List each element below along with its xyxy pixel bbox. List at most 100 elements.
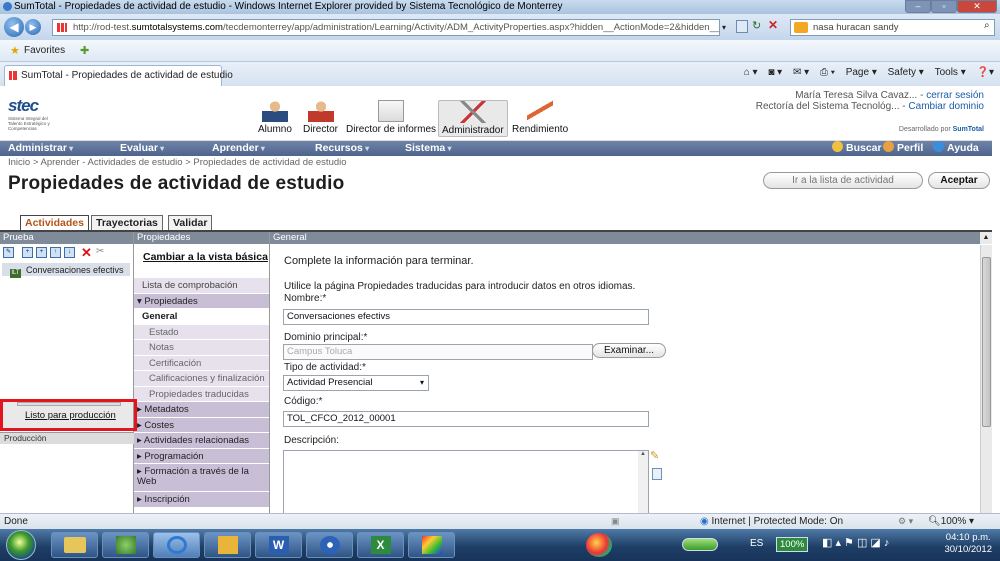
menu-administrar[interactable]: Administrar <box>8 141 73 156</box>
properties-nav-item[interactable]: Certificación <box>134 354 269 370</box>
stop-icon[interactable]: ✕ <box>768 18 778 32</box>
role-report-director[interactable]: Director de informes <box>346 100 436 135</box>
help-icon[interactable]: ❓▾ <box>977 67 994 78</box>
primary-domain-input[interactable]: Campus Toluca <box>283 344 593 360</box>
properties-nav-item[interactable]: Calificaciones y finalización <box>134 370 269 386</box>
form-scrollbar[interactable] <box>980 245 992 515</box>
menu-sistema[interactable]: Sistema <box>405 141 452 156</box>
network-indicator[interactable] <box>682 538 718 551</box>
forward-button[interactable]: ▶ <box>25 19 41 35</box>
feeds-icon[interactable]: ◙ ▾ <box>768 67 782 78</box>
close-window-button[interactable]: ✕ <box>957 0 997 13</box>
spellcheck-icon[interactable]: ✎ <box>650 449 659 462</box>
add-favorite-icon[interactable]: ✚ <box>80 40 89 62</box>
tab-paths[interactable]: Trayectorias <box>91 215 163 231</box>
taskbar-outlook[interactable] <box>204 532 251 558</box>
tray-icons[interactable]: ◧ ▴ ⚑ ◫ ◪ ♪ <box>822 536 889 549</box>
page-menu[interactable]: Page ▾ <box>846 67 877 78</box>
properties-nav-item[interactable]: ▾ Propiedades <box>134 292 269 308</box>
taskbar-explorer[interactable] <box>51 532 98 558</box>
add-child-tool-icon[interactable]: + <box>36 247 47 258</box>
profile-button[interactable]: Perfil <box>883 141 923 156</box>
protected-mode-icon[interactable]: ⚙ ▾ <box>898 514 913 529</box>
properties-nav-item[interactable]: Notas <box>134 339 269 355</box>
properties-nav-item[interactable]: Propiedades traducidas <box>134 385 269 401</box>
change-domain-link[interactable]: Cambiar dominio <box>908 101 984 112</box>
properties-nav-item[interactable]: ▸ Actividades relacionadas <box>134 432 269 448</box>
properties-nav-item[interactable]: ▸ Metadatos <box>134 401 269 417</box>
switch-basic-view-link[interactable]: Cambiar a la vista básica <box>143 251 268 263</box>
safety-menu[interactable]: Safety ▾ <box>888 67 924 78</box>
move-down-tool-icon[interactable]: ↓ <box>64 247 75 258</box>
tab-activities[interactable]: Actividades <box>20 215 89 231</box>
scroll-up-icon[interactable]: ▲ <box>980 232 992 244</box>
role-performance[interactable]: Rendimiento <box>512 100 568 135</box>
tree-item[interactable]: ILT Conversaciones efectivs <box>10 265 124 278</box>
minimize-button[interactable]: – <box>905 0 931 13</box>
internet-zone[interactable]: ◉ Internet | Protected Mode: On <box>700 514 843 529</box>
taskbar-app-icon[interactable] <box>586 533 612 557</box>
zoom-level[interactable]: 🔍︎100% ▾ <box>928 514 974 529</box>
clear-icon[interactable]: ✂ <box>96 246 104 257</box>
name-input[interactable]: Conversaciones efectivs <box>283 309 649 325</box>
system-clock[interactable]: 04:10 p.m. 30/10/2012 <box>944 532 992 556</box>
logout-link[interactable]: cerrar sesión <box>926 90 984 101</box>
help-button[interactable]: Ayuda <box>933 141 979 156</box>
textarea-scrollbar[interactable]: ▲ <box>638 451 648 514</box>
favorites-star-icon[interactable]: ★ <box>10 40 20 62</box>
production-section-header[interactable]: Producción <box>0 432 134 444</box>
properties-nav-item[interactable]: ▸ Formación a través de la Web <box>134 463 269 491</box>
maximize-button[interactable]: ▫ <box>931 0 957 13</box>
description-textarea[interactable]: ▲ <box>283 450 649 515</box>
taskbar-internet-explorer[interactable] <box>153 532 200 558</box>
print-icon[interactable]: ⎙ ▾ <box>820 67 835 78</box>
menu-aprender[interactable]: Aprender <box>212 141 265 156</box>
address-dropdown-icon[interactable]: ▾ <box>722 20 734 35</box>
menu-evaluar[interactable]: Evaluar <box>120 141 164 156</box>
properties-nav-item[interactable]: ▸ Programación <box>134 447 269 463</box>
back-button[interactable]: ◀ <box>4 17 24 37</box>
browser-tab[interactable]: SumTotal - Propiedades de actividad de e… <box>4 65 233 86</box>
taskbar-word[interactable]: W <box>255 532 302 558</box>
activity-type-icon: ILT <box>10 269 21 278</box>
taskbar-zoom[interactable]: 100% <box>776 537 809 552</box>
properties-nav-item[interactable]: Lista de comprobación <box>134 277 269 293</box>
search-button[interactable]: Buscar <box>832 141 882 156</box>
refresh-icon[interactable]: ↻ <box>752 19 761 32</box>
properties-nav-item[interactable]: Estado <box>134 323 269 339</box>
taskbar-media-player[interactable] <box>306 532 353 558</box>
go-to-list-button[interactable]: Ir a la lista de actividad <box>763 172 923 189</box>
move-up-tool-icon[interactable]: ↑ <box>50 247 61 258</box>
form-scrollbar-thumb[interactable] <box>982 257 991 427</box>
favorites-button[interactable]: Favorites <box>24 40 65 62</box>
breadcrumb[interactable]: Inicio > Aprender - Actividades de estud… <box>8 157 347 168</box>
code-input[interactable]: TOL_CFCO_2012_00001 <box>283 411 649 427</box>
tools-menu[interactable]: Tools ▾ <box>935 67 966 78</box>
taskbar-paint[interactable] <box>408 532 455 558</box>
delete-icon[interactable]: ✕ <box>81 245 92 261</box>
role-student[interactable]: Alumno <box>258 100 292 135</box>
tab-validate[interactable]: Validar <box>168 215 213 231</box>
start-button[interactable] <box>6 530 36 560</box>
add-tool-icon[interactable]: + <box>22 247 33 258</box>
search-icon[interactable]: ⌕ <box>984 20 990 31</box>
taskbar-app[interactable] <box>102 532 149 558</box>
compat-view-icon[interactable] <box>736 20 748 33</box>
role-administrator[interactable]: Administrador <box>438 100 508 137</box>
browse-button[interactable]: Examinar... <box>592 343 666 358</box>
properties-nav-item[interactable]: ▸ Costes <box>134 416 269 432</box>
language-indicator[interactable]: ES <box>750 538 763 549</box>
home-icon[interactable]: ⌂ ▾ <box>744 67 758 78</box>
taskbar-excel[interactable]: X <box>357 532 404 558</box>
properties-nav-item[interactable]: General <box>134 308 269 324</box>
menu-recursos[interactable]: Recursos <box>315 141 369 156</box>
mail-icon[interactable]: ✉ ▾ <box>793 67 809 78</box>
properties-nav-item[interactable]: ▸ Inscripción <box>134 491 269 507</box>
properties-tool-icon[interactable]: ✎ <box>3 247 14 258</box>
address-input[interactable]: http://rod-test.sumtotalsystems.com/tecd… <box>52 19 720 36</box>
activity-type-select[interactable]: Actividad Presencial ▾ <box>283 375 429 391</box>
search-input[interactable]: nasa huracan sandy <box>790 19 995 36</box>
editor-icon[interactable] <box>652 468 662 480</box>
role-director[interactable]: Director <box>303 100 338 135</box>
accept-button[interactable]: Aceptar <box>928 172 990 189</box>
